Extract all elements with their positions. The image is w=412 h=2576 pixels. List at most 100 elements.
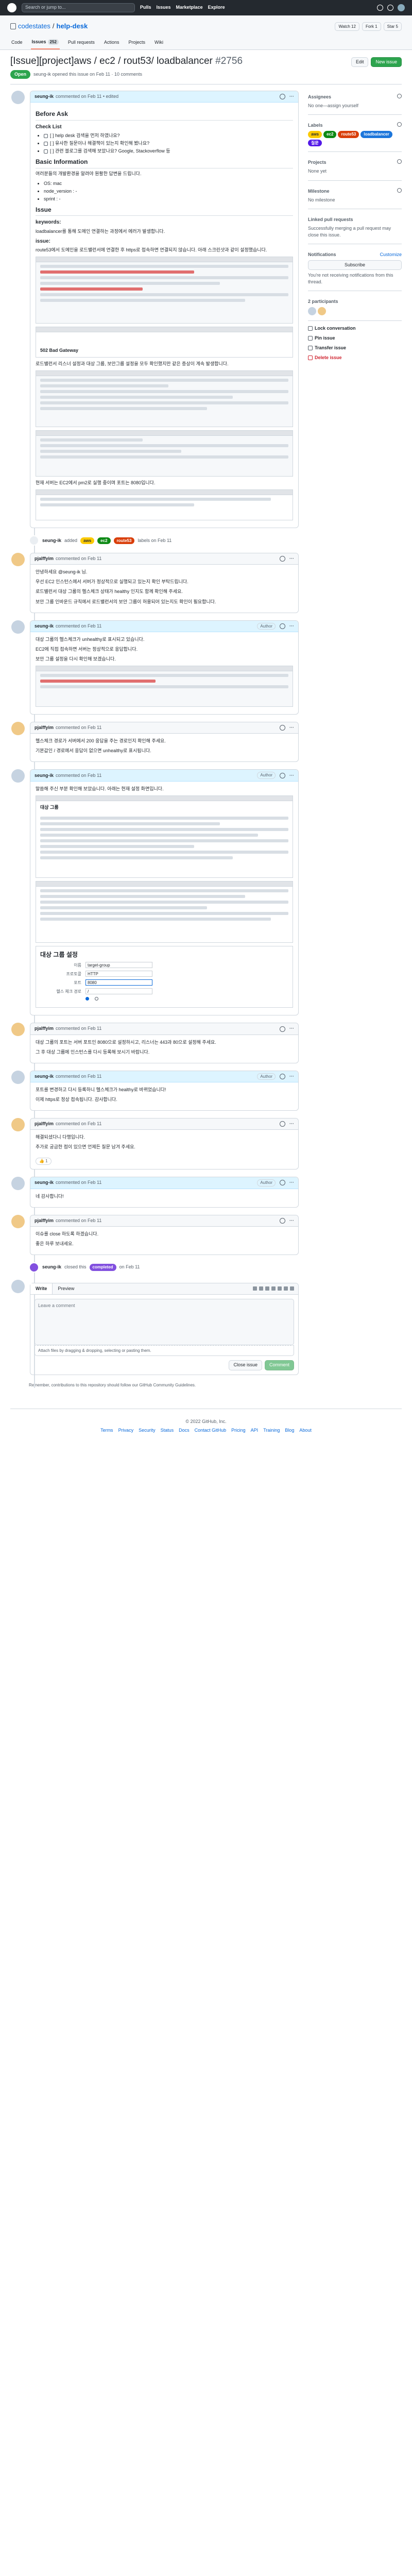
kebab-menu-icon[interactable]: ··· [289,1179,294,1186]
lock-conversation-button[interactable]: Lock conversation [308,325,402,332]
heading-icon[interactable] [253,1286,257,1291]
delete-issue-button[interactable]: Delete issue [308,354,402,361]
avatar[interactable] [11,1214,25,1228]
label-question[interactable]: 질문 [308,139,322,147]
smiley-icon[interactable] [280,1217,285,1224]
footer-link[interactable]: Docs [179,1427,190,1434]
kebab-menu-icon[interactable]: ··· [289,93,294,100]
fork-button[interactable]: Fork 1 [362,22,381,31]
avatar[interactable] [11,620,25,634]
avatar[interactable] [11,1070,25,1084]
label-aws[interactable]: aws [308,131,322,138]
footer-link[interactable]: Security [139,1427,156,1434]
star-button[interactable]: Star 5 [383,22,402,31]
smiley-icon[interactable] [280,1180,285,1186]
footer-link[interactable]: Status [161,1427,174,1434]
avatar[interactable] [318,307,326,315]
italic-icon[interactable] [265,1286,269,1291]
screenshot-image[interactable]: 대상 그룹 [36,795,293,878]
user-avatar[interactable] [398,4,405,11]
checkbox-icon[interactable] [44,133,48,138]
comment-author[interactable]: seung-ik [35,1179,54,1186]
comment-time[interactable]: commented on Feb 11 [56,1121,101,1127]
footer-link[interactable]: Terms [100,1427,113,1434]
comment-time[interactable]: commented on Feb 11 [56,1217,101,1224]
bell-icon[interactable] [377,5,383,11]
nav-marketplace[interactable]: Marketplace [176,4,203,11]
avatar[interactable] [11,769,25,783]
new-issue-button[interactable]: New issue [371,57,402,67]
plus-icon[interactable] [387,5,393,11]
comment-time[interactable]: commented on Feb 11 [56,1073,101,1080]
checkbox-icon[interactable] [44,141,48,146]
watch-button[interactable]: Watch 12 [335,22,359,31]
kebab-menu-icon[interactable]: ··· [289,1073,294,1080]
smiley-icon[interactable] [280,1026,285,1032]
edit-button[interactable]: Edit [351,57,369,67]
bold-icon[interactable] [259,1286,263,1291]
comment-time[interactable]: commented on Feb 11 [56,1025,101,1032]
label-route53[interactable]: route53 [113,537,135,545]
gear-icon[interactable] [397,122,402,127]
comment-submit-button[interactable]: Comment [264,1360,294,1370]
label-route53[interactable]: route53 [338,131,359,138]
github-logo-icon[interactable] [7,3,16,12]
subscribe-button[interactable]: Subscribe [308,260,402,270]
screenshot-image[interactable] [36,489,293,521]
code-icon[interactable] [278,1286,282,1291]
comment-time[interactable]: commented on Feb 11 [56,1179,101,1186]
checkbox-icon[interactable] [44,149,48,154]
comment-author[interactable]: pjalffyim [35,1217,54,1224]
kebab-menu-icon[interactable]: ··· [289,772,294,779]
screenshot-image[interactable] [36,666,293,707]
smiley-icon[interactable] [280,94,285,100]
attach-files-area[interactable]: Attach files by dragging & dropping, sel… [35,1345,294,1357]
screenshot-image[interactable] [36,881,293,943]
label-ec2[interactable]: ec2 [323,131,337,138]
comment-author[interactable]: seung-ik [35,772,54,779]
tab-actions[interactable]: Actions [103,37,121,49]
close-issue-button[interactable]: Close issue [229,1360,262,1370]
kebab-menu-icon[interactable]: ··· [289,555,294,562]
tab-code[interactable]: Code [10,37,24,49]
comment-author[interactable]: pjalffyim [35,1121,54,1127]
gear-icon[interactable] [397,159,402,164]
avatar[interactable] [11,1118,25,1132]
comment-author[interactable]: pjalffyim [35,555,54,562]
gear-icon[interactable] [397,188,402,193]
avatar[interactable] [11,1279,25,1293]
smiley-icon[interactable] [280,623,285,629]
comment-textarea[interactable]: Leave a comment [35,1298,294,1345]
list-icon[interactable] [290,1286,294,1291]
label-loadbalancer[interactable]: loadbalancer [360,131,392,138]
footer-link[interactable]: Training [263,1427,280,1434]
quote-icon[interactable] [271,1286,276,1291]
reaction-button[interactable]: 👍 1 [36,1158,52,1165]
screenshot-image[interactable] [36,430,293,477]
gear-icon[interactable] [397,94,402,99]
screenshot-image[interactable]: 502 Bad Gateway [36,327,293,358]
avatar[interactable] [11,553,25,567]
comment-author[interactable]: seung-ik [35,1073,54,1080]
transfer-issue-button[interactable]: Transfer issue [308,345,402,351]
nav-pulls[interactable]: Pulls [140,4,151,11]
smiley-icon[interactable] [280,1121,285,1127]
smiley-icon[interactable] [280,725,285,731]
nav-explore[interactable]: Explore [208,4,225,11]
assignees-text[interactable]: No one—assign yourself [308,103,402,109]
footer-link[interactable]: Contact GitHub [195,1427,227,1434]
smiley-icon[interactable] [280,556,285,562]
tab-wiki[interactable]: Wiki [153,37,164,49]
tab-projects[interactable]: Projects [127,37,146,49]
kebab-menu-icon[interactable]: ··· [289,1025,294,1032]
search-input[interactable]: Search or jump to... [22,3,135,12]
avatar[interactable] [308,307,316,315]
comment-author[interactable]: pjalffyim [35,1025,54,1032]
repo-owner-link[interactable]: codestates [18,22,50,31]
comment-time[interactable]: commented on Feb 11 [56,623,101,630]
avatar[interactable] [11,1177,25,1191]
smiley-icon[interactable] [280,772,285,778]
tab-write[interactable]: Write [30,1283,53,1294]
kebab-menu-icon[interactable]: ··· [289,623,294,630]
comment-time[interactable]: commented on Feb 11 [56,555,101,562]
